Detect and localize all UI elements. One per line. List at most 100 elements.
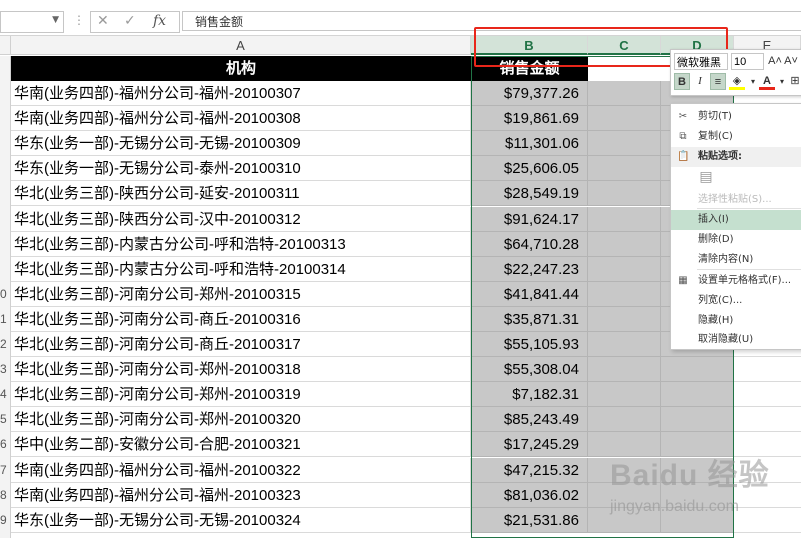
cell-org[interactable]: 华中(业务二部)-安徽分公司-合肥-20100321 xyxy=(11,432,471,458)
cell-amount[interactable]: $41,841.44 xyxy=(471,281,588,307)
grow-font-icon[interactable]: A˄ xyxy=(767,53,783,70)
cell-empty[interactable] xyxy=(588,231,661,257)
row-number[interactable]: 5 xyxy=(0,407,10,432)
cell-amount[interactable]: $22,247.23 xyxy=(471,256,588,282)
cell-org[interactable]: 华北(业务三部)-河南分公司-郑州-20100315 xyxy=(11,281,471,307)
column-header-a[interactable]: A xyxy=(11,36,471,55)
menu-item-delete[interactable]: 删除(D) xyxy=(671,230,801,250)
cell-amount[interactable]: $64,710.28 xyxy=(471,231,588,257)
cell-amount[interactable]: $47,215.32 xyxy=(471,457,588,483)
cell-amount[interactable]: $79,377.26 xyxy=(471,81,588,106)
cell-org[interactable]: 华东(业务一部)-无锡分公司-泰州-20100310 xyxy=(11,156,471,182)
cell-empty[interactable] xyxy=(661,482,734,508)
row-number[interactable]: 7 xyxy=(0,458,10,483)
cancel-icon[interactable]: ✕ xyxy=(97,13,109,29)
cell-empty[interactable] xyxy=(734,432,801,458)
cell-amount[interactable]: $55,308.04 xyxy=(471,357,588,383)
cell-empty[interactable] xyxy=(588,332,661,357)
row-number[interactable]: 9 xyxy=(0,508,10,533)
menu-item-clear-contents[interactable]: 清除内容(N) xyxy=(671,250,801,270)
cell-empty[interactable] xyxy=(588,106,661,132)
chevron-down-icon[interactable]: ▼ xyxy=(52,15,59,25)
row-number[interactable]: 6 xyxy=(0,432,10,457)
menu-item-format-cells[interactable]: ▦ 设置单元格格式(F)... xyxy=(671,271,801,291)
cell-empty[interactable] xyxy=(734,483,801,508)
cell-empty[interactable] xyxy=(661,357,734,383)
select-all-corner[interactable] xyxy=(0,36,11,55)
cell-empty[interactable] xyxy=(588,382,661,408)
cell-amount[interactable]: $28,549.19 xyxy=(471,181,588,207)
cell-org[interactable]: 华南(业务四部)-福州分公司-福州-20100323 xyxy=(11,482,471,508)
cell-org[interactable]: 华北(业务三部)-内蒙古分公司-呼和浩特-20100313 xyxy=(11,231,471,257)
cell-amount[interactable]: $17,245.29 xyxy=(471,432,588,458)
shrink-font-icon[interactable]: A˅ xyxy=(783,53,799,70)
cell-org[interactable]: 华南(业务四部)-福州分公司-福州-20100322 xyxy=(11,457,471,483)
cell-empty[interactable] xyxy=(588,306,661,332)
cell-org[interactable]: 华东(业务一部)-无锡分公司-无锡-20100309 xyxy=(11,131,471,157)
cell-empty[interactable] xyxy=(661,407,734,433)
align-center-icon[interactable]: ≡ xyxy=(710,73,726,90)
borders-icon[interactable]: ⊞ xyxy=(787,73,801,90)
cell-empty[interactable] xyxy=(661,457,734,483)
row-number[interactable]: 0 xyxy=(0,282,10,307)
cell-empty[interactable] xyxy=(588,81,661,106)
row-number[interactable]: 8 xyxy=(0,483,10,508)
check-icon[interactable]: ✓ xyxy=(124,13,136,29)
cell-amount[interactable]: $7,182.31 xyxy=(471,382,588,408)
cell-empty[interactable] xyxy=(734,382,801,408)
cell-amount[interactable]: $21,531.86 xyxy=(471,507,588,533)
cell-org[interactable]: 华南(业务四部)-福州分公司-福州-20100307 xyxy=(11,81,471,106)
cell-amount[interactable]: $25,606.05 xyxy=(471,156,588,182)
cell-org[interactable]: 华北(业务三部)-陕西分公司-延安-20100311 xyxy=(11,181,471,207)
menu-item-copy[interactable]: ⧉ 复制(C) xyxy=(671,127,801,147)
cell-empty[interactable] xyxy=(588,432,661,458)
menu-item-paste-special[interactable]: 选择性粘贴(S)... xyxy=(671,190,801,210)
row-number[interactable]: 3 xyxy=(0,357,10,382)
menu-item-column-width[interactable]: 列宽(C)... xyxy=(671,291,801,311)
cell-empty[interactable] xyxy=(588,357,661,383)
cell-empty[interactable] xyxy=(588,507,661,533)
cell-org[interactable]: 华南(业务四部)-福州分公司-福州-20100308 xyxy=(11,106,471,132)
menu-item-insert[interactable]: 插入(I) xyxy=(671,210,801,230)
fill-bucket-icon[interactable]: ◈ xyxy=(729,73,745,90)
cell-empty[interactable] xyxy=(734,357,801,383)
font-color-icon[interactable]: A xyxy=(759,73,775,90)
cell-org[interactable]: 华北(业务三部)-河南分公司-商丘-20100316 xyxy=(11,306,471,332)
cell-amount[interactable]: $19,861.69 xyxy=(471,106,588,132)
cell-amount[interactable]: $91,624.17 xyxy=(471,206,588,232)
cell-empty[interactable] xyxy=(588,131,661,157)
cell-empty[interactable] xyxy=(734,407,801,433)
menu-item-cut[interactable]: ✂ 剪切(T) xyxy=(671,107,801,127)
row-number[interactable]: 2 xyxy=(0,332,10,357)
paste-option-button[interactable]: ▤ xyxy=(671,168,801,190)
cell-empty[interactable] xyxy=(734,458,801,483)
cell-amount[interactable]: $85,243.49 xyxy=(471,407,588,433)
cell-amount[interactable]: $11,301.06 xyxy=(471,131,588,157)
cell-empty[interactable] xyxy=(588,256,661,282)
cell-empty[interactable] xyxy=(588,407,661,433)
italic-button[interactable]: I xyxy=(692,73,708,90)
cell-empty[interactable] xyxy=(588,206,661,232)
row-number[interactable]: 4 xyxy=(0,382,10,407)
row-number[interactable]: 1 xyxy=(0,307,10,332)
cell-empty[interactable] xyxy=(588,156,661,182)
cell-org[interactable]: 华北(业务三部)-河南分公司-商丘-20100317 xyxy=(11,332,471,357)
cell-org[interactable]: 华北(业务三部)-内蒙古分公司-呼和浩特-20100314 xyxy=(11,256,471,282)
cell-empty[interactable] xyxy=(661,382,734,408)
cell-org[interactable]: 华北(业务三部)-河南分公司-郑州-20100319 xyxy=(11,382,471,408)
cell-org[interactable]: 华北(业务三部)-河南分公司-郑州-20100318 xyxy=(11,357,471,383)
cell-org[interactable]: 华东(业务一部)-无锡分公司-无锡-20100324 xyxy=(11,507,471,533)
cell-org[interactable]: 华北(业务三部)-河南分公司-郑州-20100320 xyxy=(11,407,471,433)
cell-amount[interactable]: $55,105.93 xyxy=(471,332,588,357)
cell-empty[interactable] xyxy=(588,281,661,307)
cell-org[interactable]: 华北(业务三部)-陕西分公司-汉中-20100312 xyxy=(11,206,471,232)
bold-button[interactable]: B xyxy=(674,73,690,90)
menu-item-unhide[interactable]: 取消隐藏(U) xyxy=(671,330,801,349)
cell-amount[interactable]: $35,871.31 xyxy=(471,306,588,332)
font-size-box[interactable]: 10 xyxy=(731,53,764,70)
cell-empty[interactable] xyxy=(588,181,661,207)
cell-empty[interactable] xyxy=(588,482,661,508)
menu-item-hide[interactable]: 隐藏(H) xyxy=(671,311,801,331)
header-cell-org[interactable]: 机构 xyxy=(11,56,471,81)
cell-amount[interactable]: $81,036.02 xyxy=(471,482,588,508)
